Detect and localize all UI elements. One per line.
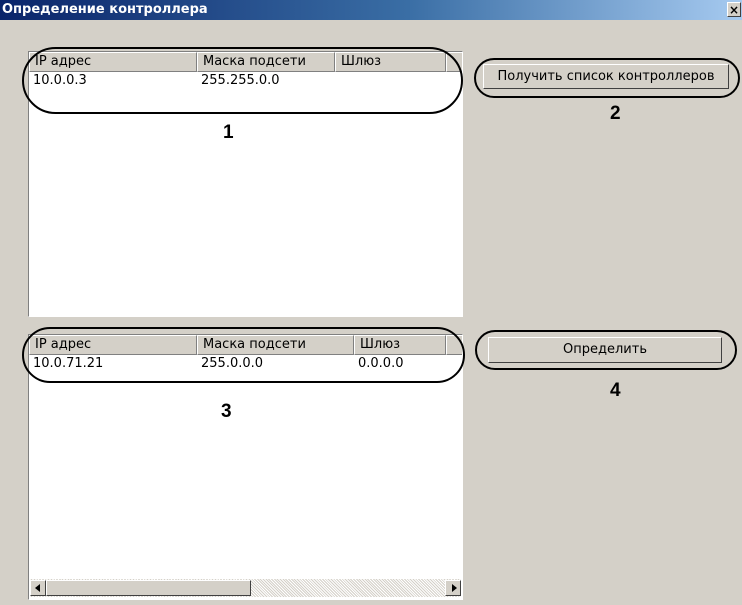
callout-number-3: 3 — [221, 401, 232, 422]
callout-number-2: 2 — [610, 103, 621, 124]
callout-oval-4 — [475, 330, 737, 370]
callout-number-1: 1 — [223, 122, 234, 143]
callout-oval-2 — [474, 58, 740, 98]
scrollbar-thumb[interactable] — [46, 580, 251, 596]
callout-oval-3 — [22, 327, 465, 383]
arrow-left-icon[interactable] — [30, 580, 46, 596]
controller-detection-dialog: Определение контроллера × IP адрес Маска… — [0, 0, 742, 605]
title-bar[interactable]: Определение контроллера × — [0, 0, 742, 20]
callout-oval-1 — [22, 47, 463, 114]
arrow-right-icon[interactable] — [445, 580, 461, 596]
callout-number-4: 4 — [610, 380, 621, 401]
window-title: Определение контроллера — [2, 2, 208, 17]
close-icon[interactable]: × — [727, 2, 741, 17]
